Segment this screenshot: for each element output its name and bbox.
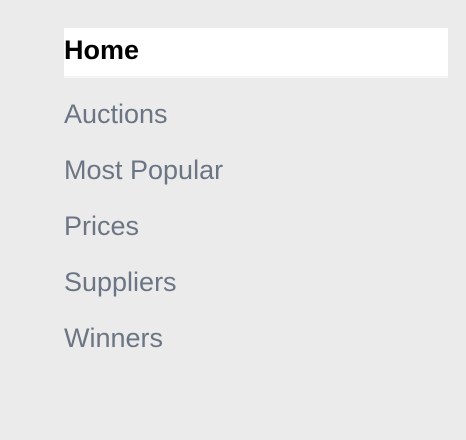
main-navigation: Home Auctions Most Popular Prices Suppli… xyxy=(64,28,448,366)
nav-item-suppliers[interactable]: Suppliers xyxy=(64,254,448,310)
nav-item-home[interactable]: Home xyxy=(64,28,448,78)
nav-item-winners[interactable]: Winners xyxy=(64,310,448,366)
nav-item-auctions[interactable]: Auctions xyxy=(64,86,448,142)
nav-item-most-popular[interactable]: Most Popular xyxy=(64,142,448,198)
nav-item-prices[interactable]: Prices xyxy=(64,198,448,254)
